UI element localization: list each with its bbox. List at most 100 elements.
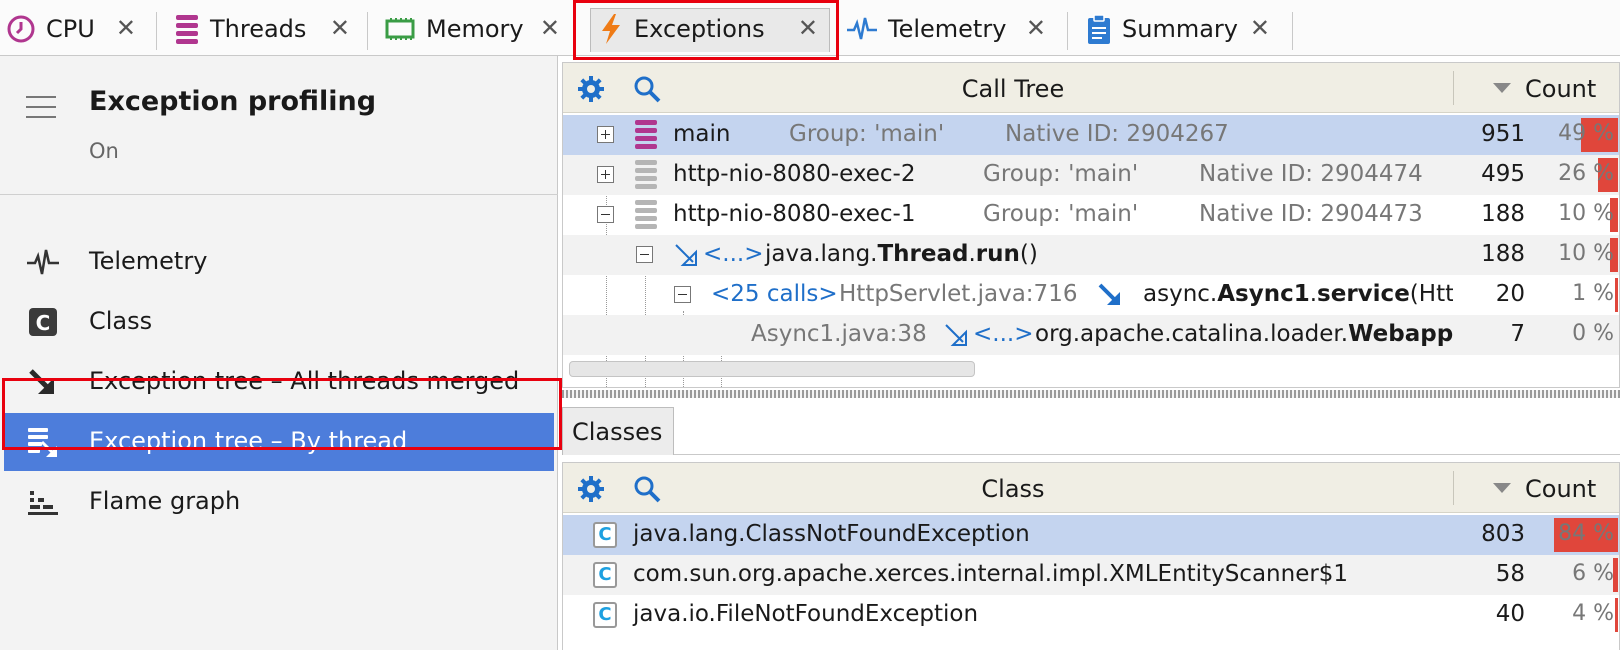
count-value: 803: [1481, 521, 1525, 547]
class-c-icon: C: [593, 522, 617, 548]
native-id: Native ID: 2904474: [1199, 161, 1423, 187]
horizontal-scrollbar[interactable]: [569, 361, 975, 377]
tab-threads-label: Threads: [210, 15, 307, 43]
percent-text: 84 %: [1558, 521, 1614, 546]
thread-icon: [635, 200, 657, 230]
call-tree-panel: Call Tree Count main Group: 'main' Nativ…: [562, 62, 1620, 388]
tab-summary[interactable]: Summary ✕: [1086, 6, 1280, 52]
class-table-panel: Class Count C java.lang.ClassNotFoundExc…: [562, 462, 1620, 650]
call-tree-header: Call Tree Count: [563, 63, 1619, 113]
method-name: service: [1317, 281, 1410, 307]
tree-row-thread[interactable]: main Group: 'main' Native ID: 2904267 95…: [563, 115, 1619, 155]
call-arrow-icon: [1098, 283, 1120, 305]
class-row[interactable]: C com.sun.org.apache.xerces.internal.imp…: [563, 555, 1619, 595]
column-header-count[interactable]: Count: [1493, 75, 1596, 103]
column-header-call-tree[interactable]: Call Tree: [563, 75, 1463, 103]
percent-bar: 1 %: [1538, 275, 1618, 315]
arrow-down-right-icon: [29, 369, 54, 394]
method-name: run: [975, 241, 1020, 267]
thread-name: http-nio-8080-exec-1: [673, 201, 916, 227]
split-pane-divider[interactable]: [562, 390, 1620, 398]
memory-chip-icon: [385, 18, 415, 40]
expand-icon[interactable]: [597, 126, 614, 143]
count-value: 188: [1481, 241, 1525, 267]
close-icon[interactable]: ✕: [1026, 14, 1046, 42]
tab-exceptions[interactable]: Exceptions ✕: [598, 6, 828, 52]
sidebar-item-label: Exception tree – By thread: [89, 427, 408, 455]
thread-name: http-nio-8080-exec-2: [673, 161, 916, 187]
column-separator: [1453, 71, 1454, 105]
tab-memory[interactable]: Memory ✕: [384, 6, 570, 52]
thread-tree-icon: [28, 428, 57, 457]
sidebar-item-flame-graph[interactable]: Flame graph: [4, 473, 554, 531]
count-value: 495: [1481, 161, 1525, 187]
tree-row-method[interactable]: <...> java.lang.Thread.run() 188 10 %: [563, 235, 1619, 275]
clipboard-icon: [1088, 14, 1110, 44]
close-icon[interactable]: ✕: [798, 14, 818, 42]
thread-group: Group: 'main': [789, 121, 945, 147]
percent-bar: 10 %: [1538, 235, 1618, 275]
thread-group: Group: 'main': [983, 161, 1139, 187]
hamburger-menu-icon[interactable]: [26, 96, 56, 118]
close-icon[interactable]: ✕: [116, 14, 136, 42]
column-header-class[interactable]: Class: [563, 475, 1463, 503]
call-count: <25 calls>: [711, 281, 838, 307]
method-suffix: (Htt: [1409, 281, 1453, 307]
percent-bar: 6 %: [1538, 555, 1618, 595]
tab-classes[interactable]: Classes: [562, 407, 674, 455]
native-id: Native ID: 2904267: [1005, 121, 1229, 147]
tree-row-thread[interactable]: http-nio-8080-exec-1 Group: 'main' Nativ…: [563, 195, 1619, 235]
column-header-count[interactable]: Count: [1493, 475, 1596, 503]
percent-text: 6 %: [1572, 561, 1614, 586]
sort-descending-icon: [1493, 483, 1511, 493]
sidebar-item-label: Class: [89, 307, 153, 335]
thread-group: Group: 'main': [983, 201, 1139, 227]
thread-icon: [635, 120, 657, 150]
tree-row-method[interactable]: Async1.java:38 <...> org.apache.catalina…: [563, 315, 1619, 355]
sidebar-item-exception-tree-by-thread[interactable]: Exception tree – By thread: [4, 413, 554, 471]
tree-row-thread[interactable]: http-nio-8080-exec-2 Group: 'main' Nativ…: [563, 155, 1619, 195]
sidebar-item-label: Telemetry: [89, 247, 208, 275]
package-name: org.apache.catalina.loader.: [1035, 321, 1349, 347]
percent-text: 10 %: [1558, 241, 1614, 266]
thread-icon: [635, 160, 657, 190]
class-row[interactable]: C java.io.FileNotFoundException 40 4 %: [563, 595, 1619, 635]
threads-icon: [176, 15, 198, 44]
collapse-icon[interactable]: [597, 206, 614, 223]
tab-exceptions-label: Exceptions: [634, 15, 765, 43]
sidebar-item-label: Exception tree – All threads merged: [89, 367, 520, 395]
class-table-header: Class Count: [563, 463, 1619, 513]
method-suffix: (): [1019, 241, 1038, 267]
class-row[interactable]: C java.lang.ClassNotFoundException 803 8…: [563, 515, 1619, 555]
close-icon[interactable]: ✕: [540, 14, 560, 42]
class-c-icon: C: [29, 308, 57, 336]
percent-bar: 0 %: [1538, 315, 1618, 355]
collapse-icon[interactable]: [636, 246, 653, 263]
tab-memory-label: Memory: [426, 15, 524, 43]
call-prefix: <...>: [703, 241, 764, 267]
expand-icon[interactable]: [597, 166, 614, 183]
class-name: Thread: [877, 241, 969, 267]
sort-descending-icon: [1493, 83, 1511, 93]
svg-text:C: C: [36, 311, 51, 335]
close-icon[interactable]: ✕: [1250, 14, 1270, 42]
method-signature: java.lang.Thread.run(): [765, 241, 1038, 267]
tree-row-method[interactable]: <25 calls> HttpServlet.java:716 async.As…: [563, 275, 1619, 315]
tab-telemetry[interactable]: Telemetry ✕: [846, 6, 1056, 52]
sidebar-item-telemetry[interactable]: Telemetry: [4, 233, 554, 291]
count-value: 20: [1495, 281, 1525, 307]
percent-bar-fill: [1615, 278, 1618, 312]
close-icon[interactable]: ✕: [330, 14, 350, 42]
collapse-icon[interactable]: [674, 286, 691, 303]
pulse-icon: [27, 249, 59, 275]
flame-graph-icon: [28, 491, 58, 515]
count-value: 7: [1510, 321, 1525, 347]
tab-cpu[interactable]: CPU ✕: [6, 6, 146, 52]
divider: [0, 194, 558, 195]
call-prefix: <...>: [973, 321, 1034, 347]
percent-bar: 49 %: [1538, 115, 1618, 155]
tab-threads[interactable]: Threads ✕: [174, 6, 360, 52]
sidebar-item-class[interactable]: C Class: [4, 293, 554, 351]
class-c-icon: C: [593, 602, 617, 628]
sidebar-item-exception-tree-merged[interactable]: Exception tree – All threads merged: [4, 353, 554, 411]
